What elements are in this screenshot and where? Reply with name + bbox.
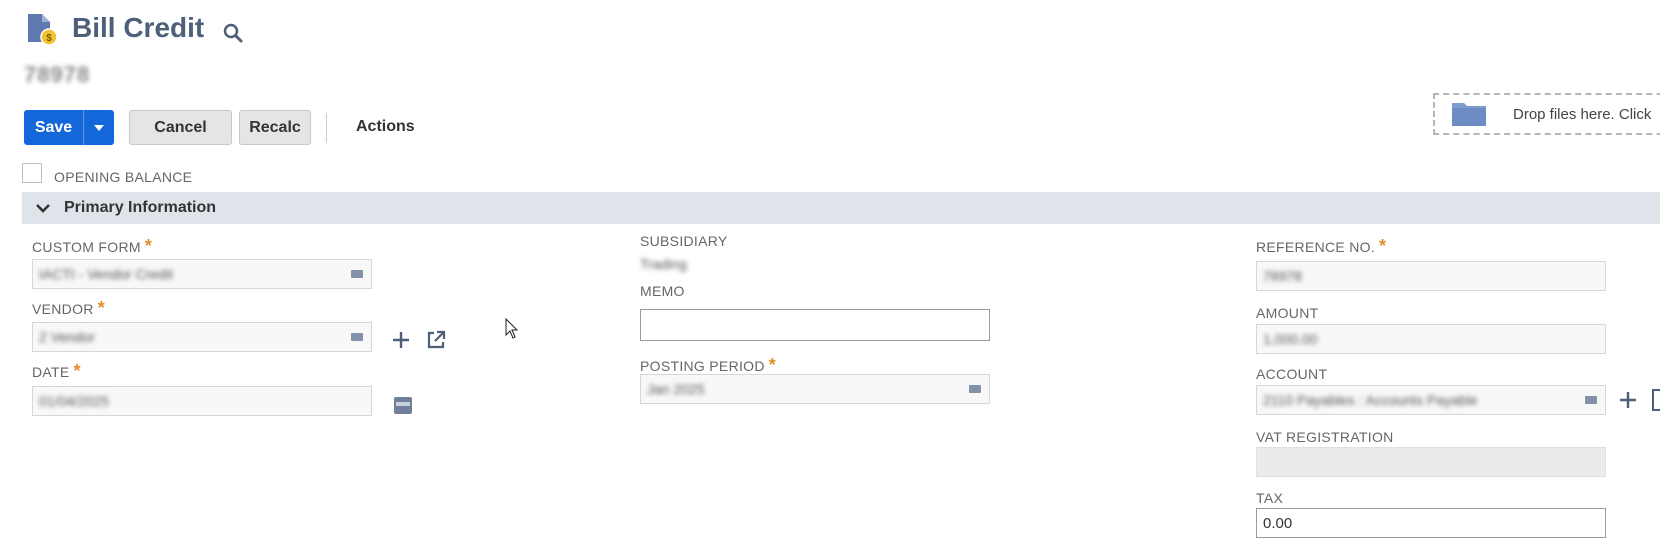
account-label: ACCOUNT [1256, 366, 1328, 382]
date-value: 01/04/2025 [39, 393, 110, 409]
dropdown-arrow-icon[interactable] [351, 333, 363, 341]
tax-input[interactable]: 0.00 [1256, 508, 1606, 538]
section-title: Primary Information [64, 199, 217, 216]
vendor-label-text: VENDOR [32, 301, 94, 317]
posting-period-label-text: POSTING PERIOD [640, 358, 765, 374]
subsidiary-value: Trading [640, 256, 687, 272]
required-marker: * [97, 298, 106, 318]
custom-form-label: CUSTOM FORM * [32, 236, 152, 257]
memo-label: MEMO [640, 283, 685, 299]
required-marker: * [768, 355, 777, 375]
vat-registration-label: VAT REGISTRATION [1256, 429, 1394, 445]
amount-label: AMOUNT [1256, 305, 1319, 321]
caret-down-icon [94, 124, 104, 131]
opening-balance-label: OPENING BALANCE [54, 169, 193, 185]
toolbar-divider [326, 113, 327, 143]
dropdown-arrow-icon[interactable] [969, 385, 981, 393]
page-title: Bill Credit [72, 12, 205, 43]
open-external-icon[interactable] [425, 329, 447, 351]
account-value: 2110 Payables : Accounts Payable [1263, 392, 1478, 408]
chevron-down-icon [36, 204, 50, 213]
dropzone-text: Drop files here. Click [1513, 105, 1652, 123]
recalc-button[interactable]: Recalc [239, 110, 311, 145]
reference-no-label-text: REFERENCE NO. [1256, 239, 1376, 255]
tax-value: 0.00 [1263, 514, 1293, 532]
file-dropzone[interactable]: Drop files here. Click [1433, 93, 1660, 135]
vendor-value: 2 Vendor [39, 329, 96, 345]
date-input[interactable]: 01/04/2025 [32, 386, 372, 416]
reference-no-input[interactable]: 78978 [1256, 261, 1606, 291]
account-select[interactable]: 2110 Payables : Accounts Payable [1256, 385, 1606, 415]
save-button-label[interactable]: Save [24, 110, 84, 145]
reference-no-label: REFERENCE NO. * [1256, 236, 1386, 257]
custom-form-value: IACTI - Vendor Credit [39, 266, 173, 282]
dropdown-arrow-icon[interactable] [351, 270, 363, 278]
vendor-label: VENDOR * [32, 298, 105, 319]
vat-registration-input [1256, 447, 1606, 477]
search-icon[interactable] [222, 22, 244, 44]
bill-credit-icon: $ [28, 14, 58, 46]
save-dropdown-button[interactable] [84, 110, 114, 145]
actions-menu[interactable]: Actions [356, 118, 415, 136]
add-account-icon[interactable] [1617, 389, 1639, 411]
record-id: 78978 [24, 62, 91, 87]
reference-no-value: 78978 [1263, 268, 1302, 284]
open-external-icon[interactable] [1652, 389, 1660, 411]
add-vendor-icon[interactable] [390, 329, 412, 351]
calendar-icon[interactable] [392, 394, 414, 416]
save-button[interactable]: Save [24, 110, 114, 145]
mouse-cursor-icon [505, 318, 519, 339]
subsidiary-label: SUBSIDIARY [640, 233, 728, 249]
primary-information-section-header[interactable]: Primary Information [22, 192, 1660, 224]
dropdown-arrow-icon[interactable] [1585, 396, 1597, 404]
posting-period-label: POSTING PERIOD * [640, 355, 776, 376]
memo-input[interactable] [640, 309, 990, 341]
posting-period-value: Jan 2025 [647, 381, 705, 397]
opening-balance-checkbox[interactable] [22, 163, 42, 183]
custom-form-label-text: CUSTOM FORM [32, 239, 141, 255]
cancel-button[interactable]: Cancel [129, 110, 232, 145]
custom-form-select[interactable]: IACTI - Vendor Credit [32, 259, 372, 289]
required-marker: * [1379, 236, 1387, 256]
date-label-text: DATE [32, 364, 70, 380]
date-label: DATE * [32, 361, 81, 382]
svg-text:$: $ [46, 33, 52, 44]
amount-input[interactable]: 1,000.00 [1256, 324, 1606, 354]
required-marker: * [73, 361, 81, 381]
posting-period-select[interactable]: Jan 2025 [640, 374, 990, 404]
tax-label: TAX [1256, 490, 1284, 506]
required-marker: * [144, 236, 153, 256]
amount-value: 1,000.00 [1263, 331, 1318, 347]
folder-icon [1452, 103, 1486, 126]
vendor-select[interactable]: 2 Vendor [32, 322, 372, 352]
